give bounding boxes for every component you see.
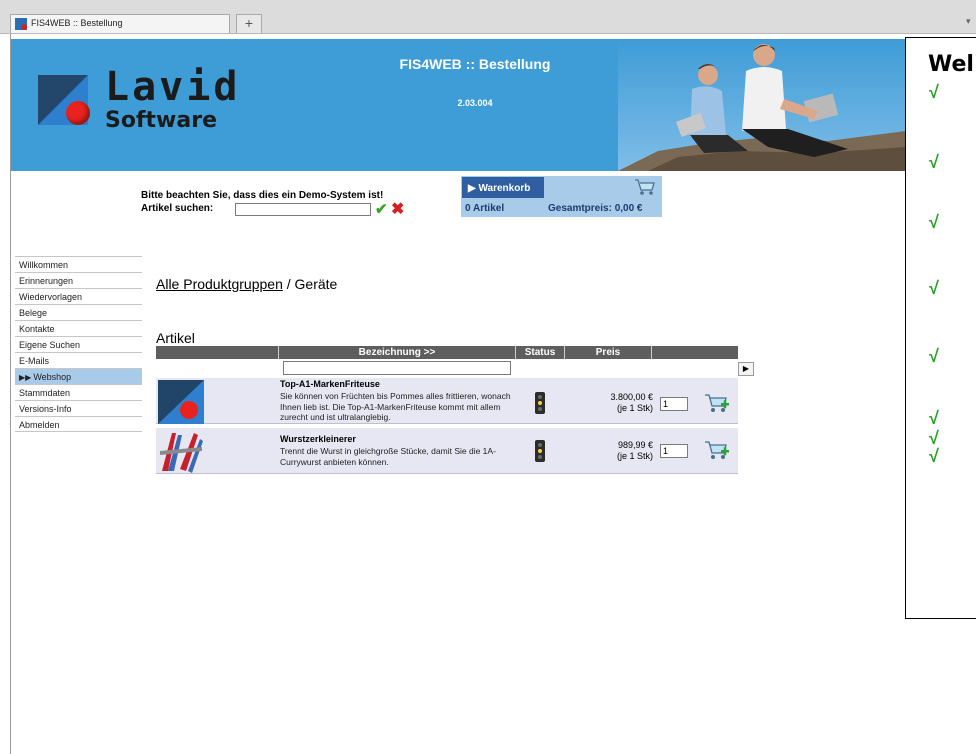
sidebar-item-webshop[interactable]: ▶▶ Webshop	[15, 368, 142, 384]
search-clear-icon[interactable]: ✖	[391, 199, 404, 219]
new-tab-button[interactable]: +	[236, 14, 262, 33]
sidebar-item-stammdaten[interactable]: Stammdaten	[15, 384, 142, 400]
sidebar-item-label: Willkommen	[19, 260, 69, 270]
sidebar-item-label: Eigene Suchen	[19, 340, 81, 350]
banner-version: 2.03.004	[457, 98, 493, 108]
check-icon: √	[929, 152, 939, 172]
cart-total-price: Gesamtpreis: 0,00 €	[548, 203, 643, 214]
breadcrumb-separator: /	[282, 276, 295, 292]
product-description: Trennt die Wurst in gleichgroße Stücke, …	[280, 446, 496, 467]
add-to-cart-icon[interactable]	[704, 392, 730, 414]
sidebar-item-label: Wiedervorlagen	[19, 292, 83, 302]
favicon-icon	[15, 18, 27, 30]
sidebar-item-eigene-suchen[interactable]: Eigene Suchen	[15, 336, 142, 352]
price-value: 989,99 €	[617, 440, 653, 450]
banner-title: FIS4WEB :: Bestellung	[399, 56, 551, 72]
check-icon: √	[929, 82, 939, 102]
sidebar-item-versions-info[interactable]: Versions-Info	[15, 400, 142, 416]
sidebar-item-wiedervorlagen[interactable]: Wiedervorlagen	[15, 288, 142, 304]
info-box	[905, 37, 976, 619]
add-to-cart-icon[interactable]	[704, 439, 730, 461]
sidebar-item-label: Versions-Info	[19, 404, 72, 414]
check-icon: √	[929, 278, 939, 298]
cart-button[interactable]: ▶ Warenkorb	[462, 177, 544, 198]
price-unit: (je 1 Stk)	[616, 451, 653, 461]
product-name: Top-A1-MarkenFriteuse	[280, 379, 380, 389]
cart-button-label: Warenkorb	[478, 183, 531, 194]
sidebar-item-label: Erinnerungen	[19, 276, 74, 286]
article-search-input[interactable]	[235, 203, 371, 216]
product-description: Sie können von Früchten bis Pommes alles…	[280, 391, 511, 422]
column-header-name[interactable]: Bezeichnung >>	[279, 346, 515, 359]
sidebar-item-erinnerungen[interactable]: Erinnerungen	[15, 272, 142, 288]
sidebar-item-abmelden[interactable]: Abmelden	[15, 416, 142, 432]
sidebar-item-kontakte[interactable]: Kontakte	[15, 320, 142, 336]
sidebar-item-belege[interactable]: Belege	[15, 304, 142, 320]
product-name: Wurstzerkleinerer	[280, 434, 356, 444]
check-icon: √	[929, 408, 939, 428]
active-arrow-icon: ▶▶	[19, 373, 32, 382]
search-confirm-icon[interactable]: ✔	[375, 200, 388, 218]
logo-dot	[66, 101, 90, 125]
logo-text-software: Software	[105, 108, 217, 133]
banner-photo	[618, 39, 906, 171]
check-icon: √	[929, 446, 939, 466]
sidebar-item-label: Stammdaten	[19, 388, 71, 398]
sidebar-item-emails[interactable]: E-Mails	[15, 352, 142, 368]
cart-item-count: 0 Artikel	[465, 203, 505, 214]
shopping-cart-icon[interactable]	[634, 178, 656, 196]
sidebar-item-label: Belege	[19, 308, 48, 318]
search-label: Artikel suchen:	[141, 203, 214, 214]
sidebar-nav: Willkommen Erinnerungen Wiedervorlagen B…	[15, 256, 142, 432]
fryer-product-image[interactable]	[158, 380, 204, 424]
status-traffic-light-icon	[535, 440, 545, 462]
breadcrumb-current: Geräte	[294, 276, 338, 292]
articles-heading: Artikel	[156, 330, 195, 346]
sidebar-item-label: Webshop	[33, 372, 72, 382]
price-unit: (je 1 Stk)	[616, 403, 653, 413]
quantity-input[interactable]: 1	[660, 397, 688, 411]
column-header-status: Status	[524, 347, 556, 358]
column-header-price: Preis	[595, 347, 621, 358]
info-box-title: Wel	[928, 52, 974, 77]
sidebar-item-label: Abmelden	[19, 420, 60, 430]
status-traffic-light-icon	[535, 392, 545, 414]
tab-list-arrow-icon[interactable]: ▾	[966, 16, 971, 27]
product-price: 3.800,00 € (je 1 Stk)	[585, 392, 653, 414]
name-filter-input[interactable]	[283, 361, 511, 375]
breadcrumb: Alle Produktgruppen / Geräte	[156, 276, 337, 292]
breadcrumb-link-all-groups[interactable]: Alle Produktgruppen	[156, 276, 283, 292]
sidebar-item-willkommen[interactable]: Willkommen	[15, 256, 142, 272]
check-icon: √	[929, 212, 939, 232]
sidebar-item-label: Kontakte	[19, 324, 55, 334]
sidebar-item-label: E-Mails	[19, 356, 50, 366]
product-price: 989,99 € (je 1 Stk)	[585, 440, 653, 462]
logo-text-lavid: Lavid	[105, 64, 241, 110]
price-value: 3.800,00 €	[610, 392, 653, 402]
browser-tab[interactable]: FIS4WEB :: Bestellung	[10, 14, 230, 33]
sausage-cutter-product-image[interactable]	[158, 429, 204, 473]
check-icon: √	[929, 346, 939, 366]
scroll-right-button[interactable]: ▶	[738, 362, 754, 376]
quantity-input[interactable]: 1	[660, 444, 688, 458]
cart-button-arrow-icon: ▶	[468, 183, 479, 194]
demo-notice: Bitte beachten Sie, dass dies ein Demo-S…	[141, 190, 384, 201]
browser-tab-title: FIS4WEB :: Bestellung	[31, 18, 123, 28]
column-divider	[651, 346, 652, 359]
